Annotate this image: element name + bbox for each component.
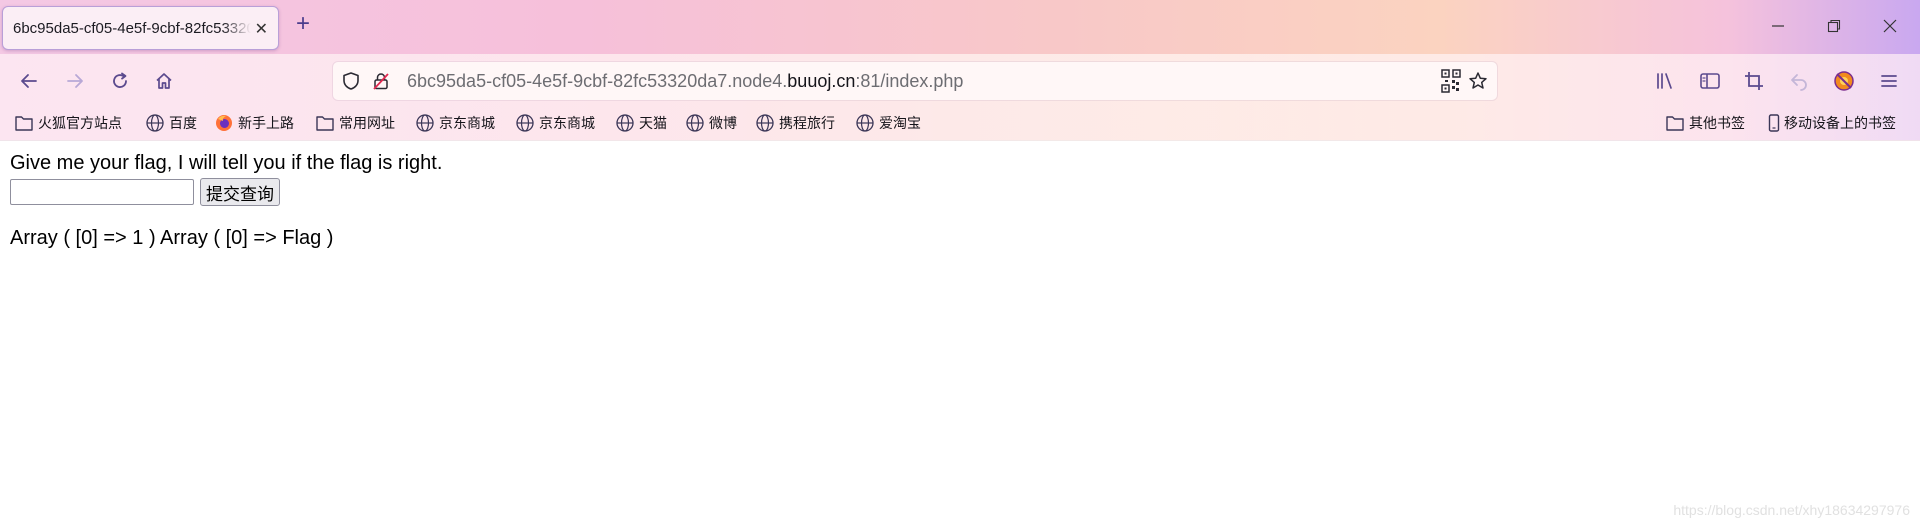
- bookmark-item[interactable]: 微博: [685, 112, 737, 134]
- bookmark-item[interactable]: 爱淘宝: [855, 112, 921, 134]
- prompt-text: Give me your flag, I will tell you if th…: [10, 152, 443, 174]
- extension-icon[interactable]: [1831, 68, 1857, 94]
- globe-icon: [686, 114, 704, 132]
- bookmark-item[interactable]: 京东商城: [415, 112, 495, 134]
- flag-input[interactable]: [10, 179, 194, 205]
- url-bar[interactable]: 6bc95da5-cf05-4e5f-9cbf-82fc53320da7.nod…: [333, 62, 1497, 100]
- bookmark-label: 其他书签: [1689, 115, 1745, 131]
- watermark: https://blog.csdn.net/xhy18634297976: [1673, 502, 1910, 518]
- other-bookmarks[interactable]: 其他书签: [1665, 112, 1745, 134]
- undo-icon[interactable]: [1786, 68, 1812, 94]
- bookmark-item[interactable]: 京东商城: [515, 112, 595, 134]
- bookmark-label: 天猫: [639, 115, 667, 131]
- bookmark-label: 常用网址: [339, 115, 395, 131]
- qr-code-icon[interactable]: [1440, 69, 1462, 93]
- url-suffix: :81/index.php: [855, 71, 964, 91]
- bookmark-star-icon[interactable]: [1467, 70, 1489, 92]
- bookmark-label: 新手上路: [238, 115, 294, 131]
- library-icon[interactable]: [1652, 68, 1678, 94]
- globe-icon: [756, 114, 774, 132]
- restore-icon[interactable]: [1824, 16, 1844, 36]
- bookmark-label: 爱淘宝: [879, 115, 921, 131]
- globe-icon: [856, 114, 874, 132]
- home-icon[interactable]: [151, 68, 177, 94]
- folder-icon: [15, 116, 33, 131]
- mobile-icon: [1768, 114, 1780, 132]
- bookmark-label: 微博: [709, 115, 737, 131]
- url-host: buuoj.cn: [787, 71, 856, 91]
- menu-icon[interactable]: [1876, 68, 1902, 94]
- bookmark-item[interactable]: 新手上路: [214, 112, 294, 134]
- folder-icon: [1666, 116, 1684, 131]
- folder-icon: [316, 116, 334, 131]
- insecure-lock-icon[interactable]: [370, 70, 392, 92]
- bookmark-label: 京东商城: [539, 115, 595, 131]
- bookmark-item[interactable]: 百度: [145, 112, 197, 134]
- tab-close-icon[interactable]: ✕: [255, 19, 268, 39]
- globe-icon: [146, 114, 164, 132]
- close-icon[interactable]: [1880, 16, 1900, 36]
- forward-arrow-icon[interactable]: [62, 68, 88, 94]
- submit-button[interactable]: 提交查询: [200, 178, 280, 206]
- bookmark-label: 火狐官方站点: [38, 115, 122, 131]
- reload-icon[interactable]: [107, 68, 133, 94]
- bookmark-label: 携程旅行: [779, 115, 835, 131]
- bookmark-label: 移动设备上的书签: [1784, 115, 1896, 131]
- bookmark-item[interactable]: 火狐官方站点: [14, 112, 122, 134]
- globe-icon: [616, 114, 634, 132]
- active-tab[interactable]: 6bc95da5-cf05-4e5f-9cbf-82fc53320da7.nod…: [2, 6, 279, 50]
- back-arrow-icon[interactable]: [16, 68, 42, 94]
- page-content: Give me your flag, I will tell you if th…: [10, 152, 443, 249]
- bookmark-item[interactable]: 天猫: [615, 112, 667, 134]
- sidebar-icon[interactable]: [1697, 68, 1723, 94]
- screenshot-crop-icon[interactable]: [1741, 68, 1767, 94]
- new-tab-button[interactable]: +: [296, 12, 310, 36]
- result-text: Array ( [0] => 1 ) Array ( [0] => Flag ): [10, 227, 334, 249]
- mobile-bookmarks[interactable]: 移动设备上的书签: [1768, 112, 1896, 134]
- firefox-icon: [216, 115, 232, 131]
- tab-title: 6bc95da5-cf05-4e5f-9cbf-82fc53320da7.nod…: [13, 19, 251, 37]
- bookmark-label: 京东商城: [439, 115, 495, 131]
- browser-chrome: 6bc95da5-cf05-4e5f-9cbf-82fc53320da7.nod…: [0, 0, 1920, 141]
- shield-icon[interactable]: [340, 70, 362, 92]
- bookmark-item[interactable]: 常用网址: [315, 112, 395, 134]
- globe-icon: [516, 114, 534, 132]
- minimize-icon[interactable]: [1768, 16, 1788, 36]
- url-text[interactable]: 6bc95da5-cf05-4e5f-9cbf-82fc53320da7.nod…: [407, 71, 963, 92]
- url-prefix: 6bc95da5-cf05-4e5f-9cbf-82fc53320da7.nod…: [407, 71, 788, 91]
- bookmark-item[interactable]: 携程旅行: [755, 112, 835, 134]
- bookmark-label: 百度: [169, 115, 197, 131]
- globe-icon: [416, 114, 434, 132]
